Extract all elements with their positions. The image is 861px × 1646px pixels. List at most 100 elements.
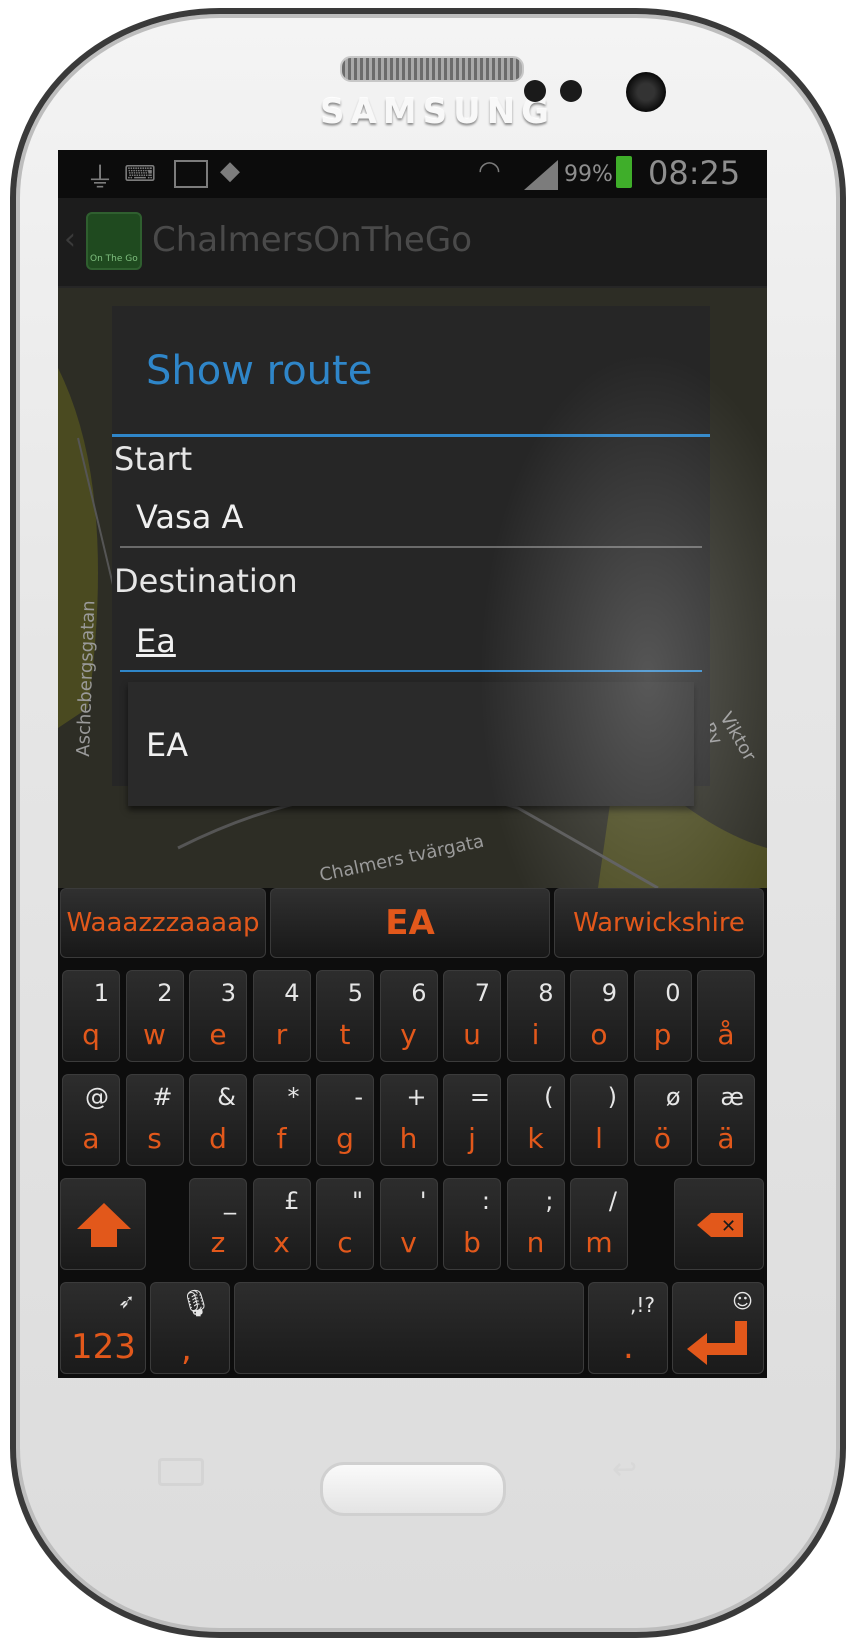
key-w[interactable]: 2w — [125, 970, 184, 1062]
brand-logo: SAMSUNG — [320, 92, 556, 132]
battery-icon — [616, 156, 632, 188]
battery-percent: 99% — [564, 162, 613, 187]
key-primary-label: f — [276, 1122, 287, 1155]
start-label: Start — [114, 440, 193, 478]
key-e[interactable]: 3e — [189, 970, 247, 1062]
key-primary-label: l — [595, 1122, 603, 1155]
enter-key[interactable]: ☺ — [672, 1282, 764, 1374]
usb-icon: ⏚ — [86, 161, 115, 194]
signal-icon — [524, 160, 558, 197]
key-primary-label: ö — [653, 1122, 672, 1155]
key-secondary-label: 5 — [347, 979, 363, 1007]
key-ö[interactable]: øö — [633, 1074, 692, 1166]
key-o[interactable]: 9o — [570, 970, 628, 1062]
key-primary-label: r — [275, 1018, 288, 1051]
numbers-key[interactable]: ➶ 123 — [60, 1282, 146, 1374]
app-logo-icon[interactable]: On The Go — [86, 212, 142, 270]
home-button[interactable] — [320, 1462, 506, 1516]
key-secondary-label: : — [481, 1187, 490, 1215]
light-sensor — [560, 80, 582, 102]
key-i[interactable]: 8i — [506, 970, 565, 1062]
key-r[interactable]: 4r — [252, 970, 311, 1062]
key-primary-label: n — [526, 1226, 545, 1259]
key-c[interactable]: " c — [316, 1178, 374, 1270]
key-primary-label: e — [209, 1018, 227, 1051]
key-primary-label: s — [147, 1122, 162, 1155]
key-a[interactable]: @ a — [62, 1074, 120, 1166]
key-q[interactable]: 1q — [62, 970, 120, 1062]
key-secondary-label: 1 — [93, 979, 109, 1007]
key-secondary-label: " — [351, 1187, 363, 1215]
key-m[interactable]: / m — [570, 1178, 628, 1270]
swiftkey-logo-icon: ➶ — [118, 1289, 135, 1313]
key-f[interactable]: * f — [252, 1074, 311, 1166]
key-n[interactable]: ; n — [506, 1178, 565, 1270]
key-secondary-label: 9 — [601, 979, 617, 1007]
key-g[interactable]: -g — [316, 1074, 374, 1166]
back-button-icon[interactable]: ↩ — [612, 1452, 637, 1487]
key-primary-label: x — [273, 1226, 290, 1259]
key-secondary-label: 7 — [474, 979, 490, 1007]
autocomplete-item[interactable]: EA — [146, 726, 188, 764]
space-bar[interactable] — [234, 1282, 584, 1374]
backspace-key[interactable]: ✕ — [674, 1178, 764, 1270]
key-y[interactable]: 6y — [379, 970, 438, 1062]
key-k[interactable]: (k — [506, 1074, 565, 1166]
key-p[interactable]: 0p — [633, 970, 692, 1062]
key-v[interactable]: ' v — [379, 1178, 438, 1270]
dropbox-icon: ◆ — [220, 156, 240, 186]
shift-key[interactable] — [60, 1178, 146, 1270]
menu-button-icon[interactable] — [158, 1458, 204, 1486]
key-t[interactable]: 5t — [316, 970, 374, 1062]
key-primary-label: p — [653, 1018, 672, 1051]
key-x[interactable]: £ x — [252, 1178, 311, 1270]
key-d[interactable]: & d — [189, 1074, 247, 1166]
backspace-icon: ✕ — [697, 1213, 743, 1237]
key-primary-label: t — [339, 1018, 351, 1051]
key-secondary-label: ; — [545, 1187, 554, 1215]
key-j[interactable]: = j — [443, 1074, 501, 1166]
mic-comma-key[interactable]: 🎙 , — [150, 1282, 230, 1374]
key-å[interactable]: å — [697, 970, 755, 1062]
key-secondary-label: - — [354, 1083, 363, 1111]
key-secondary-label: 2 — [157, 979, 173, 1007]
suggestion-center[interactable]: EA — [270, 888, 550, 958]
suggestion-right[interactable]: Warwickshire — [554, 888, 764, 958]
punctuation-key[interactable]: ,!? . — [588, 1282, 668, 1374]
soft-keyboard: Waaazzzaaaap EA Warwickshire 1q2w3e4r5t6… — [58, 888, 767, 1378]
key-primary-label: q — [82, 1018, 100, 1051]
dialog-divider — [112, 434, 710, 437]
key-secondary-label: 3 — [220, 979, 236, 1007]
gallery-icon — [174, 160, 208, 188]
key-primary-label: h — [399, 1122, 418, 1155]
key-s[interactable]: # s — [125, 1074, 184, 1166]
app-logo-text: On The Go — [90, 254, 138, 264]
start-field[interactable]: Vasa A — [120, 492, 702, 548]
key-h[interactable]: + h — [379, 1074, 438, 1166]
key-primary-label: b — [463, 1226, 481, 1259]
proximity-sensor — [524, 80, 546, 102]
back-chevron-icon[interactable]: ‹ — [64, 222, 76, 257]
status-bar: ⏚ ⌨ ◆ ◠ 99% 08:25 — [58, 150, 767, 198]
destination-field[interactable]: Ea — [120, 616, 702, 672]
key-ä[interactable]: æä — [697, 1074, 755, 1166]
earpiece-speaker — [340, 56, 524, 82]
key-l[interactable]: ) l — [570, 1074, 628, 1166]
key-primary-label: c — [337, 1226, 353, 1259]
clock: 08:25 — [648, 154, 741, 192]
punctuation-secondary: ,!? — [630, 1293, 655, 1317]
key-u[interactable]: 7u — [443, 970, 501, 1062]
destination-field-underline — [120, 670, 702, 672]
app-title: ChalmersOnTheGo — [152, 220, 472, 260]
key-secondary-label: / — [608, 1187, 617, 1215]
key-b[interactable]: :b — [443, 1178, 501, 1270]
dialog-title: Show route — [146, 348, 373, 394]
key-primary-label: o — [590, 1018, 608, 1051]
key-secondary-label: ) — [607, 1083, 617, 1111]
key-secondary-label: ø — [665, 1083, 681, 1111]
key-secondary-label: # — [152, 1083, 173, 1111]
key-secondary-label: & — [217, 1083, 236, 1111]
key-z[interactable]: _ z — [189, 1178, 247, 1270]
front-camera — [626, 72, 666, 112]
suggestion-left[interactable]: Waaazzzaaaap — [60, 888, 266, 958]
